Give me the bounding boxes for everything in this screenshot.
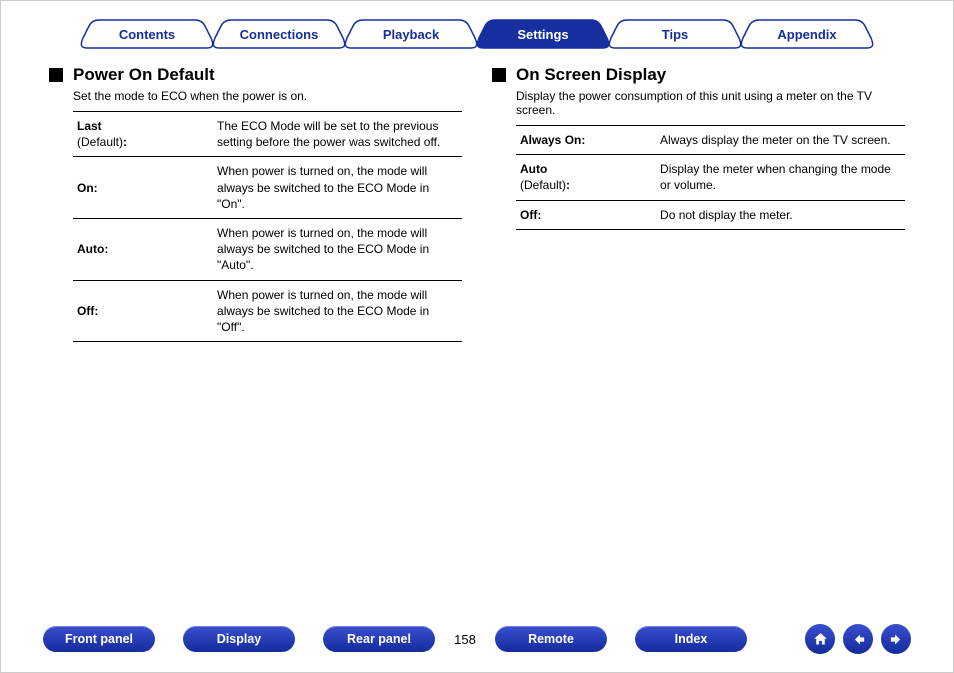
option-desc: The ECO Mode will be set to the previous… bbox=[213, 112, 462, 157]
tab-label: Connections bbox=[240, 27, 319, 42]
option-name: Last(Default): bbox=[73, 112, 213, 157]
option-name: Auto(Default): bbox=[516, 155, 656, 200]
tab-label: Settings bbox=[517, 27, 568, 42]
remote-button[interactable]: Remote bbox=[495, 626, 607, 652]
table-row: Auto(Default):Display the meter when cha… bbox=[516, 155, 905, 200]
square-bullet-icon bbox=[492, 68, 506, 82]
section-title-text: On Screen Display bbox=[516, 65, 666, 85]
option-desc: When power is turned on, the mode will a… bbox=[213, 280, 462, 342]
table-row: Auto:When power is turned on, the mode w… bbox=[73, 218, 462, 280]
option-name: Off: bbox=[516, 200, 656, 229]
index-button[interactable]: Index bbox=[635, 626, 747, 652]
section-desc: Display the power consumption of this un… bbox=[516, 89, 905, 117]
left-column: Power On Default Set the mode to ECO whe… bbox=[49, 65, 462, 342]
tab-contents[interactable]: Contents bbox=[77, 19, 217, 49]
option-name: Auto: bbox=[73, 218, 213, 280]
next-page-icon[interactable] bbox=[881, 624, 911, 654]
option-name: On: bbox=[73, 157, 213, 219]
option-desc: When power is turned on, the mode will a… bbox=[213, 157, 462, 219]
tab-connections[interactable]: Connections bbox=[209, 19, 349, 49]
power-on-default-table: Last(Default):The ECO Mode will be set t… bbox=[73, 111, 462, 342]
table-row: Last(Default):The ECO Mode will be set t… bbox=[73, 112, 462, 157]
option-desc: Always display the meter on the TV scree… bbox=[656, 126, 905, 155]
tab-tips[interactable]: Tips bbox=[605, 19, 745, 49]
option-desc: Do not display the meter. bbox=[656, 200, 905, 229]
section-title-on-screen-display: On Screen Display bbox=[492, 65, 905, 85]
display-button[interactable]: Display bbox=[183, 626, 295, 652]
tab-appendix[interactable]: Appendix bbox=[737, 19, 877, 49]
page-number: 158 bbox=[435, 632, 495, 647]
table-row: Always On:Always display the meter on th… bbox=[516, 126, 905, 155]
section-title-power-on-default: Power On Default bbox=[49, 65, 462, 85]
option-desc: Display the meter when changing the mode… bbox=[656, 155, 905, 200]
tab-settings[interactable]: Settings bbox=[473, 19, 613, 49]
square-bullet-icon bbox=[49, 68, 63, 82]
home-icon[interactable] bbox=[805, 624, 835, 654]
tab-playback[interactable]: Playback bbox=[341, 19, 481, 49]
table-row: On:When power is turned on, the mode wil… bbox=[73, 157, 462, 219]
top-tabs: Contents Connections Playback Settings Tips A… bbox=[1, 1, 953, 57]
rear-panel-button[interactable]: Rear panel bbox=[323, 626, 435, 652]
section-desc: Set the mode to ECO when the power is on… bbox=[73, 89, 462, 103]
option-desc: When power is turned on, the mode will a… bbox=[213, 218, 462, 280]
tab-label: Playback bbox=[383, 27, 439, 42]
tab-label: Tips bbox=[662, 27, 689, 42]
option-name: Always On: bbox=[516, 126, 656, 155]
nav-icons bbox=[805, 624, 911, 654]
tab-label: Contents bbox=[119, 27, 175, 42]
prev-page-icon[interactable] bbox=[843, 624, 873, 654]
front-panel-button[interactable]: Front panel bbox=[43, 626, 155, 652]
right-column: On Screen Display Display the power cons… bbox=[492, 65, 905, 342]
table-row: Off:Do not display the meter. bbox=[516, 200, 905, 229]
content-area: Power On Default Set the mode to ECO whe… bbox=[1, 57, 953, 342]
table-row: Off:When power is turned on, the mode wi… bbox=[73, 280, 462, 342]
on-screen-display-table: Always On:Always display the meter on th… bbox=[516, 125, 905, 230]
tab-label: Appendix bbox=[777, 27, 836, 42]
section-title-text: Power On Default bbox=[73, 65, 215, 85]
option-name: Off: bbox=[73, 280, 213, 342]
footer-bar: Front panel Display Rear panel 158 Remot… bbox=[1, 624, 953, 654]
